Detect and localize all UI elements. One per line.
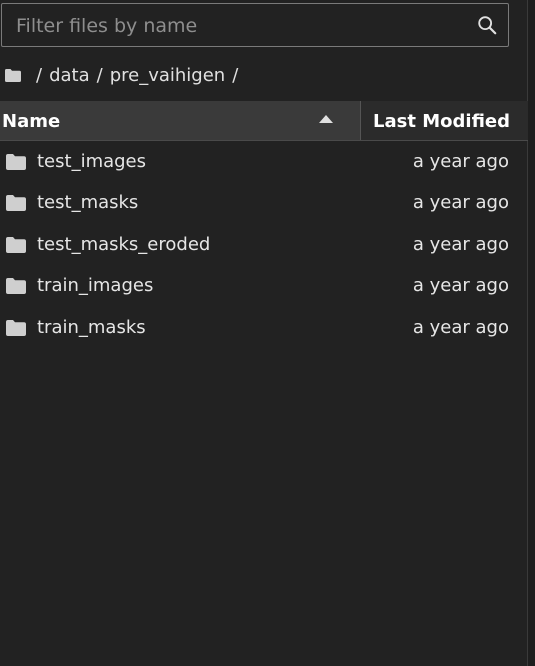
file-name: train_images <box>37 275 154 297</box>
file-browser-panel: / data / pre_vaihigen / Name Last Modifi… <box>0 0 528 666</box>
breadcrumb-separator: / <box>36 64 43 86</box>
panel-resize-gutter[interactable] <box>528 0 535 666</box>
list-item[interactable]: test_images a year ago <box>0 141 528 182</box>
sort-ascending-icon <box>319 115 333 123</box>
list-item[interactable]: train_images a year ago <box>0 265 528 306</box>
file-name: test_masks_eroded <box>37 233 211 255</box>
folder-icon <box>6 154 26 170</box>
last-modified-column-header[interactable]: Last Modified <box>361 101 528 140</box>
file-modified: a year ago <box>412 151 509 172</box>
file-name: train_masks <box>37 316 146 338</box>
file-modified: a year ago <box>412 233 509 255</box>
breadcrumb: / data / pre_vaihigen / <box>5 62 245 88</box>
file-modified: a year ago <box>412 192 509 214</box>
breadcrumb-item-pre-vaihigen[interactable]: pre_vaihigen <box>110 65 226 86</box>
name-column-header[interactable]: Name <box>0 101 361 140</box>
file-list-header: Name Last Modified <box>0 101 528 141</box>
list-item[interactable]: train_masks a year ago <box>0 307 528 348</box>
list-item[interactable]: test_masks_eroded a year ago <box>0 224 528 265</box>
breadcrumb-separator: / <box>96 64 103 86</box>
name-column-label: Name <box>2 111 61 132</box>
folder-icon[interactable] <box>5 68 21 82</box>
search-box[interactable] <box>1 3 509 47</box>
folder-icon <box>6 319 26 336</box>
file-list: test_images a year ago test_masks a year… <box>0 141 528 348</box>
breadcrumb-item-data[interactable]: data <box>49 65 90 86</box>
list-item[interactable]: test_masks a year ago <box>0 182 528 223</box>
file-modified: a year ago <box>412 275 509 297</box>
breadcrumb-separator: / <box>232 64 239 86</box>
folder-icon <box>6 195 26 212</box>
file-modified: a year ago <box>412 316 509 338</box>
folder-icon <box>6 278 26 295</box>
file-name: test_masks <box>37 192 139 214</box>
file-name: test_images <box>37 151 147 172</box>
search-input[interactable] <box>16 10 456 42</box>
last-modified-column-label: Last Modified <box>373 111 510 132</box>
search-icon[interactable] <box>476 14 498 36</box>
folder-icon <box>6 236 26 253</box>
